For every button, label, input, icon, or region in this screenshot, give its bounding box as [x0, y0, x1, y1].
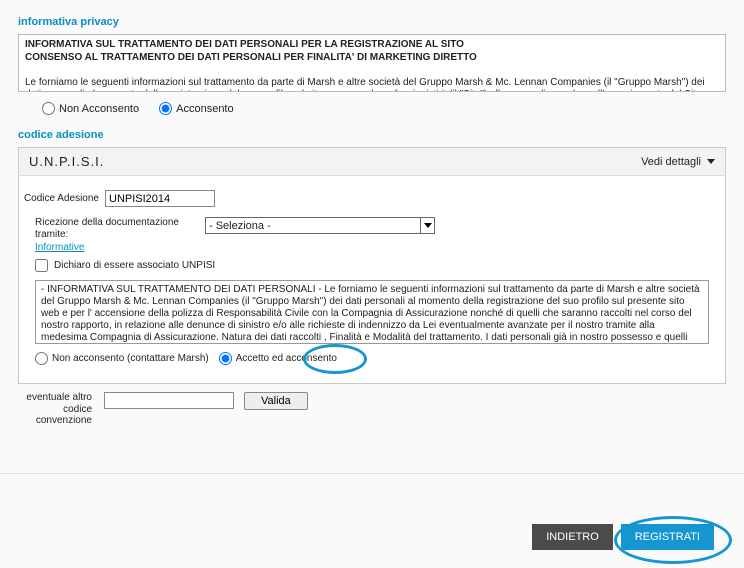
privacy-info-box[interactable]: INFORMATIVA SUL TRATTAMENTO DEI DATI PER…: [18, 34, 726, 92]
privacy-yes-radio-label[interactable]: Acconsento: [159, 102, 233, 115]
privacy-no-radio[interactable]: [42, 102, 55, 115]
ricezione-row: Ricezione della documentazione tramite: …: [35, 217, 709, 240]
valida-button[interactable]: Valida: [244, 392, 308, 410]
privacy-heading-1: INFORMATIVA SUL TRATTAMENTO DEI DATI PER…: [25, 39, 464, 50]
adesione-yes-text: Accetto ed acconsento: [236, 353, 337, 364]
codice-row: Codice Adesione: [0, 190, 709, 207]
info-textarea[interactable]: - INFORMATIVA SUL TRATTAMENTO DEI DATI P…: [35, 280, 709, 344]
vedi-dettagli-toggle[interactable]: Vedi dettagli: [641, 156, 715, 168]
informative-link[interactable]: Informative: [35, 242, 709, 253]
adesione-consent-row: Non acconsento (contattare Marsh) Accett…: [35, 352, 709, 365]
adesione-body: Codice Adesione Ricezione della document…: [19, 176, 725, 383]
ricezione-value: - Seleziona -: [209, 220, 271, 232]
submit-button[interactable]: REGISTRATI: [621, 524, 714, 550]
ricezione-select-wrap: - Seleziona -: [205, 217, 435, 234]
vedi-dettagli-label: Vedi dettagli: [641, 156, 701, 168]
adesione-no-radio[interactable]: [35, 352, 48, 365]
adesione-panel: U.N.P.I.S.I. Vedi dettagli Codice Adesio…: [18, 147, 726, 384]
adesione-header: U.N.P.I.S.I. Vedi dettagli: [19, 148, 725, 176]
privacy-consent-row: Non Acconsento Acconsento: [42, 102, 726, 115]
valida-label: eventuale altro codice convenzione: [18, 392, 98, 427]
adesione-yes-radio-label[interactable]: Accetto ed acconsento: [219, 352, 337, 365]
adesione-no-text: Non acconsento (contattare Marsh): [52, 353, 209, 364]
adesione-yes-radio[interactable]: [219, 352, 232, 365]
assoc-checkbox-row: Dichiaro di essere associato UNPISI: [35, 259, 709, 272]
privacy-yes-radio[interactable]: [159, 102, 172, 115]
altro-codice-input[interactable]: [104, 392, 234, 409]
adesione-section-title: codice adesione: [18, 129, 726, 141]
divider: [0, 473, 744, 474]
adesione-no-radio-label[interactable]: Non acconsento (contattare Marsh): [35, 352, 209, 365]
codice-input[interactable]: [105, 190, 215, 207]
privacy-section-title: informativa privacy: [18, 16, 726, 28]
info-text-content: - INFORMATIVA SUL TRATTAMENTO DEI DATI P…: [41, 284, 700, 344]
privacy-yes-text: Acconsento: [176, 103, 233, 115]
ricezione-label: Ricezione della documentazione tramite:: [35, 217, 205, 240]
privacy-heading-2: CONSENSO AL TRATTAMENTO DEI DATI PERSONA…: [25, 52, 477, 63]
privacy-body-text: Le forniamo le seguenti informazioni sul…: [25, 77, 710, 93]
panel-title: U.N.P.I.S.I.: [29, 154, 104, 169]
valida-row: eventuale altro codice convenzione Valid…: [18, 392, 726, 427]
assoc-checkbox-label: Dichiaro di essere associato UNPISI: [54, 260, 215, 271]
footer-buttons: INDIETRO REGISTRATI: [532, 524, 714, 550]
codice-label: Codice Adesione: [0, 193, 105, 205]
chevron-down-icon: [707, 159, 715, 164]
privacy-no-text: Non Acconsento: [59, 103, 139, 115]
privacy-no-radio-label[interactable]: Non Acconsento: [42, 102, 139, 115]
assoc-checkbox[interactable]: [35, 259, 48, 272]
back-button[interactable]: INDIETRO: [532, 524, 613, 550]
dropdown-arrow-icon: [420, 218, 434, 233]
ricezione-select[interactable]: - Seleziona -: [205, 217, 435, 234]
